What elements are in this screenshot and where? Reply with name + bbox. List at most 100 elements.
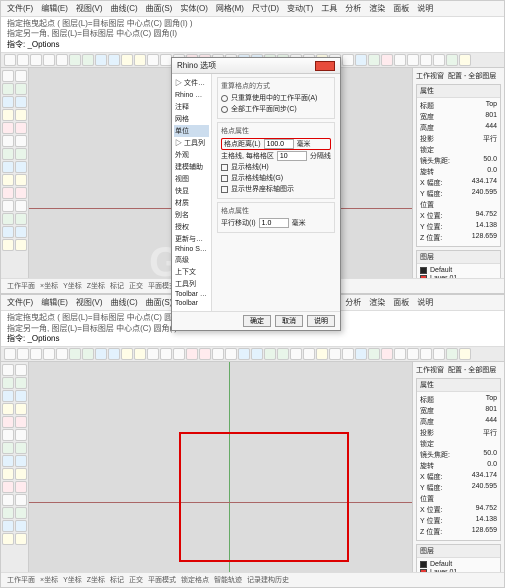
tree-item[interactable]: 别名: [174, 209, 209, 221]
toolbar-button[interactable]: [420, 54, 432, 66]
tree-item[interactable]: 工具列: [174, 278, 209, 290]
tool-button[interactable]: [15, 416, 27, 428]
color-swatch[interactable]: [420, 275, 427, 278]
menu-item[interactable]: 视图(V): [76, 3, 103, 14]
menu-item[interactable]: 网格(M): [216, 3, 244, 14]
toolbar-button[interactable]: [342, 348, 354, 360]
tool-button[interactable]: [2, 455, 14, 467]
tree-item[interactable]: 注释: [174, 101, 209, 113]
snap-spacing-input[interactable]: [259, 218, 289, 228]
tool-button[interactable]: [2, 83, 14, 95]
tool-button[interactable]: [2, 148, 14, 160]
toolbar-button[interactable]: [368, 54, 380, 66]
tool-button[interactable]: [15, 122, 27, 134]
tool-button[interactable]: [15, 429, 27, 441]
tree-item[interactable]: 建模辅助: [174, 161, 209, 173]
toolbar-button[interactable]: [238, 348, 250, 360]
tool-button[interactable]: [2, 494, 14, 506]
menu-item[interactable]: 分析: [345, 297, 361, 308]
toolbar-button[interactable]: [173, 348, 185, 360]
status-pane[interactable]: Z坐标: [87, 281, 105, 291]
toolbar-button[interactable]: [56, 54, 68, 66]
tool-button[interactable]: [2, 364, 14, 376]
panel-tab[interactable]: 工作视窗: [416, 365, 444, 375]
toolbar-button[interactable]: [316, 348, 328, 360]
toolbar-button[interactable]: [43, 348, 55, 360]
layer-row[interactable]: Default: [420, 561, 497, 568]
status-pane[interactable]: 智能轨迹: [214, 575, 242, 585]
toolbar-button[interactable]: [108, 348, 120, 360]
toolbar-button[interactable]: [17, 348, 29, 360]
menu-item[interactable]: 工具: [321, 3, 337, 14]
tool-button[interactable]: [2, 200, 14, 212]
toolbar-button[interactable]: [95, 348, 107, 360]
toolbar-button[interactable]: [368, 348, 380, 360]
status-pane[interactable]: 平面模式: [148, 575, 176, 585]
menu-item[interactable]: 渲染: [369, 3, 385, 14]
tool-button[interactable]: [15, 148, 27, 160]
tool-button[interactable]: [2, 135, 14, 147]
tree-item[interactable]: 高级: [174, 254, 209, 266]
menu-item[interactable]: 曲线(C): [111, 3, 138, 14]
toolbar-button[interactable]: [355, 54, 367, 66]
menu-item[interactable]: 渲染: [369, 297, 385, 308]
status-pane[interactable]: 记录建构历史: [247, 575, 289, 585]
tool-button[interactable]: [15, 187, 27, 199]
toolbar-button[interactable]: [134, 348, 146, 360]
tool-button[interactable]: [2, 507, 14, 519]
grid-spacing-input[interactable]: [264, 139, 294, 149]
tool-button[interactable]: [2, 377, 14, 389]
tree-item[interactable]: Rhino Script: [174, 245, 209, 254]
tool-button[interactable]: [2, 403, 14, 415]
tool-button[interactable]: [15, 83, 27, 95]
status-pane[interactable]: 标记: [110, 575, 124, 585]
tool-button[interactable]: [2, 239, 14, 251]
color-swatch[interactable]: [420, 267, 427, 274]
ok-button[interactable]: 确定: [243, 315, 271, 327]
tool-button[interactable]: [15, 364, 27, 376]
toolbar-button[interactable]: [82, 348, 94, 360]
menu-item[interactable]: 编辑(E): [41, 297, 68, 308]
show-grid-check[interactable]: [221, 164, 228, 171]
toolbar-button[interactable]: [121, 348, 133, 360]
tool-button[interactable]: [2, 109, 14, 121]
toolbar-button[interactable]: [225, 348, 237, 360]
close-icon[interactable]: [315, 61, 335, 71]
tool-button[interactable]: [2, 533, 14, 545]
tool-button[interactable]: [15, 481, 27, 493]
toolbar-button[interactable]: [407, 54, 419, 66]
tool-button[interactable]: [15, 213, 27, 225]
panel-tab[interactable]: 配置 - 全部图层: [448, 365, 496, 375]
tool-button[interactable]: [15, 520, 27, 532]
tool-button[interactable]: [15, 403, 27, 415]
toolbar-button[interactable]: [381, 348, 393, 360]
major-lines-input[interactable]: [277, 151, 307, 161]
tool-button[interactable]: [15, 135, 27, 147]
toolbar-button[interactable]: [394, 54, 406, 66]
toolbar-button[interactable]: [30, 54, 42, 66]
cancel-button[interactable]: 取消: [275, 315, 303, 327]
toolbar-button[interactable]: [251, 348, 263, 360]
tree-item[interactable]: Toolbar Layout: [174, 290, 209, 299]
toolbar-button[interactable]: [420, 348, 432, 360]
toolbar-button[interactable]: [121, 54, 133, 66]
toolbar-button[interactable]: [342, 54, 354, 66]
toolbar-button[interactable]: [160, 348, 172, 360]
menu-item[interactable]: 实体(O): [180, 3, 208, 14]
layer-row[interactable]: Layer 01: [420, 569, 497, 572]
tree-item[interactable]: ▷ 文件属性: [174, 77, 209, 89]
toolbar-button[interactable]: [134, 54, 146, 66]
menu-item[interactable]: 尺寸(D): [252, 3, 279, 14]
tool-button[interactable]: [15, 377, 27, 389]
toolbar-button[interactable]: [446, 54, 458, 66]
tool-button[interactable]: [2, 481, 14, 493]
command-input[interactable]: [7, 40, 498, 49]
toolbar-button[interactable]: [355, 348, 367, 360]
tool-button[interactable]: [2, 390, 14, 402]
tool-button[interactable]: [15, 96, 27, 108]
tree-item[interactable]: 视图: [174, 173, 209, 185]
toolbar-button[interactable]: [147, 54, 159, 66]
toolbar-button[interactable]: [17, 54, 29, 66]
toolbar-button[interactable]: [82, 54, 94, 66]
tool-button[interactable]: [15, 468, 27, 480]
